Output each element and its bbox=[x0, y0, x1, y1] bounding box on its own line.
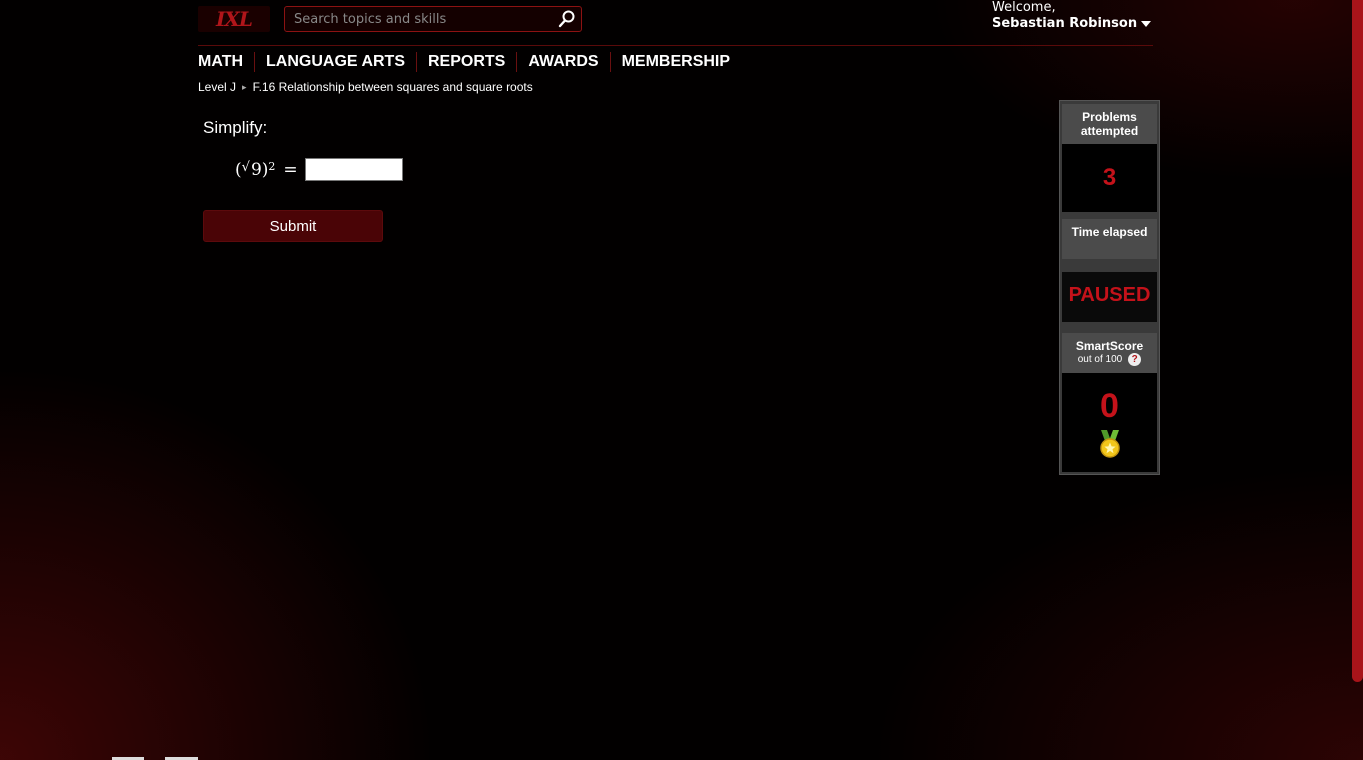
user-menu: Welcome, Sebastian Robinson bbox=[992, 0, 1152, 32]
submit-button[interactable]: Submit bbox=[203, 210, 383, 242]
radical-sign: √ bbox=[241, 160, 250, 175]
nav-reports[interactable]: REPORTS bbox=[416, 52, 516, 72]
welcome-text: Welcome, bbox=[992, 0, 1056, 15]
stats-panel: Problems attempted 3 Time elapsed PAUSED… bbox=[1059, 100, 1160, 475]
user-name-dropdown[interactable]: Sebastian Robinson bbox=[992, 16, 1152, 32]
problems-attempted-value: 3 bbox=[1062, 144, 1157, 212]
logo-text: IXL bbox=[216, 7, 253, 31]
paren-open: ( bbox=[235, 159, 242, 180]
equals-sign: = bbox=[283, 159, 298, 180]
time-elapsed-value: PAUSED bbox=[1062, 272, 1157, 322]
search-input[interactable] bbox=[285, 7, 562, 31]
help-icon[interactable]: ? bbox=[1128, 353, 1142, 366]
search-icon[interactable] bbox=[557, 9, 577, 29]
answer-input[interactable] bbox=[304, 158, 403, 181]
smartscore-body: 0 bbox=[1062, 373, 1157, 472]
paren-close: ) bbox=[261, 159, 269, 180]
user-name: Sebastian Robinson bbox=[992, 16, 1138, 31]
breadcrumb-level[interactable]: Level J bbox=[198, 80, 236, 94]
breadcrumb: Level J ▸ F.16 Relationship between squa… bbox=[198, 80, 533, 94]
ixl-logo[interactable]: IXL bbox=[198, 6, 270, 32]
equation: ( √ 9 ) 2 = bbox=[235, 158, 403, 181]
medal-icon bbox=[1062, 429, 1157, 464]
chevron-down-icon bbox=[1141, 20, 1152, 27]
smartscore-sublabel: out of 100 bbox=[1077, 354, 1123, 366]
smartscore-label: SmartScore bbox=[1075, 339, 1144, 353]
scrollbar[interactable] bbox=[1352, 0, 1363, 682]
problems-attempted-label: Problems attempted bbox=[1062, 104, 1157, 144]
radicand: 9 bbox=[250, 159, 262, 180]
page: IXL Welcome, Sebastian Robinson MATH LAN… bbox=[0, 0, 1363, 760]
nav-membership[interactable]: MEMBERSHIP bbox=[609, 52, 741, 72]
question-prompt: Simplify: bbox=[203, 118, 268, 137]
smartscore-header: SmartScore out of 100? bbox=[1062, 333, 1157, 373]
exponent: 2 bbox=[268, 160, 276, 173]
nav-awards[interactable]: AWARDS bbox=[516, 52, 609, 72]
smartscore-value: 0 bbox=[1100, 387, 1119, 425]
breadcrumb-skill: F.16 Relationship between squares and sq… bbox=[252, 80, 533, 94]
question-area: Simplify: ( √ 9 ) 2 = Submit bbox=[203, 118, 403, 242]
time-elapsed-label: Time elapsed bbox=[1062, 219, 1157, 259]
nav-math[interactable]: MATH bbox=[198, 52, 254, 72]
main-nav: MATH LANGUAGE ARTS REPORTS AWARDS MEMBER… bbox=[198, 51, 741, 73]
search-box bbox=[284, 6, 582, 32]
nav-language-arts[interactable]: LANGUAGE ARTS bbox=[254, 52, 416, 72]
header: IXL Welcome, Sebastian Robinson bbox=[0, 0, 1363, 46]
breadcrumb-separator-icon: ▸ bbox=[242, 81, 247, 92]
smartscore-sublabel-row: out of 100? bbox=[1062, 353, 1157, 367]
header-divider bbox=[198, 45, 1153, 46]
